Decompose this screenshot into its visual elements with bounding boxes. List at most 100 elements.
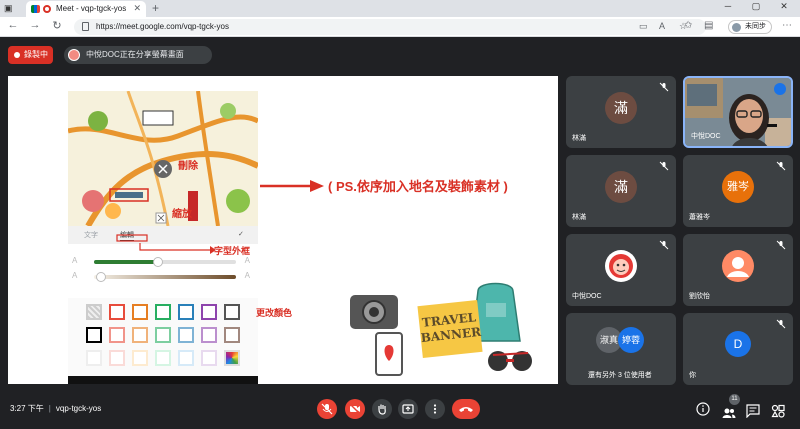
arrow-annotation <box>260 180 324 192</box>
participant-name: 蕭雅岑 <box>689 214 710 221</box>
leave-call-button[interactable] <box>452 399 480 419</box>
color-swatch[interactable] <box>86 327 102 343</box>
new-tab-button[interactable]: + <box>152 1 159 15</box>
raise-hand-button[interactable] <box>372 399 392 419</box>
ps-note: ( PS.依序加入地名及裝飾素材 ) <box>328 179 508 194</box>
color-swatch[interactable] <box>132 350 148 366</box>
size-slider[interactable]: A A <box>68 256 258 268</box>
microphone-toggle-button[interactable] <box>317 399 337 419</box>
participant-tile[interactable]: 滿 林滿 <box>566 76 676 148</box>
lock-icon <box>82 22 89 31</box>
participant-name: 中悅DOC <box>572 293 602 300</box>
browser-tab-bar: ▣ Meet - vqp-tgck-yos ✕ + ─ ▢ ✕ <box>0 0 800 17</box>
shared-screen: 刪除 縮放 文字 編輯 ✓ 字型外框 A A A A 更改顏色 ( PS.依序加… <box>8 76 558 384</box>
recording-indicator-icon <box>43 5 51 13</box>
color-swatch[interactable] <box>224 304 240 320</box>
favorites-icon[interactable]: ✩ <box>684 20 692 31</box>
camera-toggle-button[interactable] <box>345 399 365 419</box>
tab-close-icon[interactable]: ✕ <box>133 3 141 14</box>
participant-name: 你 <box>689 372 696 379</box>
present-screen-button[interactable] <box>398 399 418 419</box>
avatar: D <box>725 331 751 357</box>
travel-banner-illustration: TRAVEL BANNER <box>348 281 548 381</box>
hand-icon <box>378 404 386 415</box>
more-vert-icon <box>433 404 437 414</box>
profile-sync-button[interactable]: 未同步 <box>728 20 772 34</box>
more-options-button[interactable] <box>425 399 445 419</box>
camera-off-icon <box>349 403 361 415</box>
maximize-button[interactable]: ▢ <box>746 1 766 12</box>
presenter-text: 中悅DOC正在分享螢幕畫面 <box>86 50 184 59</box>
recording-badge[interactable]: 錄製中 <box>8 46 53 64</box>
camera-permission-icon[interactable]: ▭ <box>639 21 648 32</box>
url-text: https://meet.google.com/vqp-tgck-yos <box>96 22 229 31</box>
color-swatch[interactable] <box>155 350 171 366</box>
people-count-badge: 11 <box>729 394 740 405</box>
more-menu-icon[interactable]: ⋯ <box>782 20 792 31</box>
forward-icon[interactable]: → <box>28 19 42 31</box>
color-swatch-panel <box>68 298 258 384</box>
participant-tile[interactable]: 雅岑 蕭雅岑 <box>683 155 793 227</box>
people-icon[interactable] <box>722 406 736 420</box>
color-swatch[interactable] <box>201 327 217 343</box>
color-swatch[interactable] <box>155 327 171 343</box>
outline-slider[interactable]: A A <box>68 271 258 283</box>
meeting-info: 3:27 下午 | vqp-tgck-yos <box>10 403 101 414</box>
meet-header: 錄製中 中悅DOC正在分享螢幕畫面 <box>0 38 800 72</box>
color-swatch[interactable] <box>109 304 125 320</box>
color-swatch[interactable] <box>224 350 240 366</box>
avatar: 雅岑 <box>722 171 754 203</box>
window-close-button[interactable]: ✕ <box>774 1 794 12</box>
phone-screenshot: 刪除 縮放 文字 編輯 ✓ 字型外框 A A A A 更改顏色 <box>68 91 292 384</box>
participant-tile[interactable]: 滿 林滿 <box>566 155 676 227</box>
color-swatch[interactable] <box>224 327 240 343</box>
color-swatch[interactable] <box>86 350 102 366</box>
illustrated-map-image: 刪除 縮放 <box>68 91 258 226</box>
color-swatch[interactable] <box>109 350 125 366</box>
participant-tile[interactable]: 中悅DOC <box>566 234 676 306</box>
url-bar[interactable]: https://meet.google.com/vqp-tgck-yos ▭ A… <box>74 19 706 35</box>
avatar: 婷蓉 <box>618 327 644 353</box>
reload-icon[interactable]: ↻ <box>50 19 64 32</box>
collections-icon[interactable]: ▤ <box>704 20 713 31</box>
travel-banner-text: TRAVEL BANNER <box>417 300 483 358</box>
color-swatch[interactable] <box>178 350 194 366</box>
read-aloud-icon[interactable]: A <box>659 21 665 31</box>
participant-name: 還有另外 3 位使用者 <box>588 372 652 379</box>
presenter-avatar <box>68 49 80 61</box>
color-swatch[interactable] <box>201 350 217 366</box>
participant-name: 林滿 <box>572 214 586 221</box>
color-swatch[interactable] <box>178 327 194 343</box>
browser-tab-meet[interactable]: Meet - vqp-tgck-yos ✕ <box>26 1 146 17</box>
participant-tile-camera[interactable]: 中悅DOC <box>683 76 793 148</box>
chat-icon[interactable] <box>746 404 760 418</box>
presenter-banner: 中悅DOC正在分享螢幕畫面 <box>64 46 212 64</box>
color-swatch[interactable] <box>86 304 102 320</box>
small-outline-icon: A <box>72 271 78 280</box>
color-swatch[interactable] <box>178 304 194 320</box>
back-icon[interactable]: ← <box>6 19 20 31</box>
checkmark-icon: ✓ <box>238 231 244 238</box>
meeting-details-icon[interactable] <box>696 402 710 416</box>
large-font-icon: A <box>244 256 250 265</box>
mic-off-icon <box>659 82 669 92</box>
window-menu-icon[interactable]: ▣ <box>4 3 15 14</box>
activities-icon[interactable] <box>771 404 785 418</box>
annotation-delete: 刪除 <box>178 161 198 172</box>
participant-tile-self[interactable]: D 你 <box>683 313 793 385</box>
minimize-button[interactable]: ─ <box>718 1 738 11</box>
participant-name: 中悅DOC <box>691 133 721 140</box>
present-icon <box>402 404 414 414</box>
color-swatch[interactable] <box>155 304 171 320</box>
sync-label: 未同步 <box>745 23 766 30</box>
address-toolbar: ← → ↻ https://meet.google.com/vqp-tgck-y… <box>0 17 800 37</box>
color-swatch[interactable] <box>201 304 217 320</box>
participant-tile-others[interactable]: 淑真 婷蓉 還有另外 3 位使用者 <box>566 313 676 385</box>
color-swatch[interactable] <box>109 327 125 343</box>
record-dot-icon <box>14 52 20 58</box>
participant-tile[interactable]: 劉欣怡 <box>683 234 793 306</box>
mic-off-icon <box>776 161 786 171</box>
color-swatch[interactable] <box>132 304 148 320</box>
color-swatch[interactable] <box>132 327 148 343</box>
speaking-indicator-icon <box>774 83 786 95</box>
